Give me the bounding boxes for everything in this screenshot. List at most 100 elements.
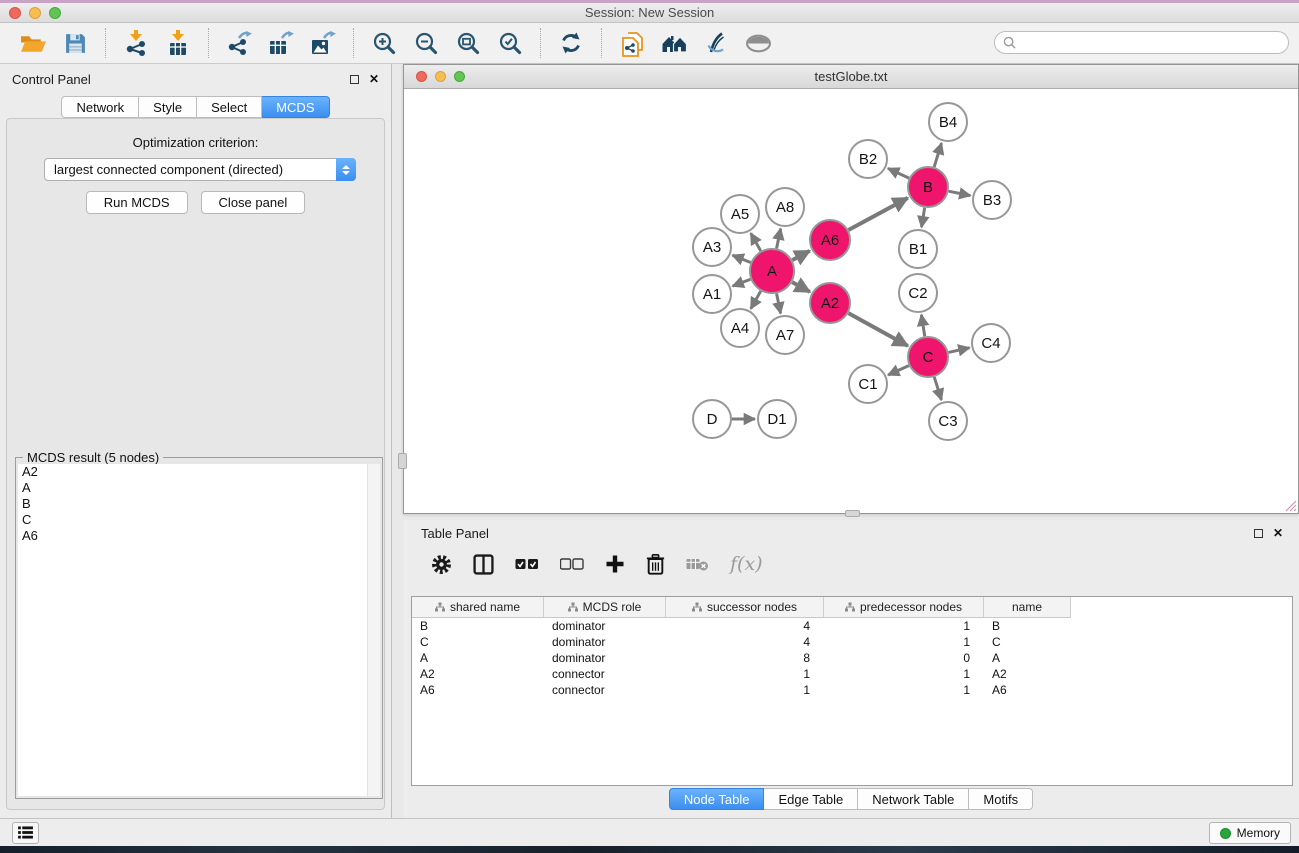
edge-B-B3[interactable] — [949, 191, 971, 195]
close-window-button[interactable] — [9, 7, 21, 19]
node-C3[interactable]: C3 — [929, 402, 967, 440]
edge-C-C1[interactable] — [888, 366, 909, 375]
edge-C-C4[interactable] — [948, 348, 969, 353]
column-header-shared-name[interactable]: shared name — [412, 597, 544, 618]
show-columns-icon[interactable] — [473, 554, 494, 575]
show-overview-icon[interactable] — [743, 28, 773, 58]
import-table-icon[interactable] — [163, 28, 193, 58]
node-D[interactable]: D — [693, 400, 731, 438]
edge-B-B1[interactable] — [922, 208, 925, 228]
table-settings-gear-icon[interactable] — [431, 554, 452, 575]
open-file-icon[interactable] — [18, 28, 48, 58]
edge-A-A2[interactable] — [792, 282, 810, 292]
node-C4[interactable]: C4 — [972, 324, 1010, 362]
criterion-dropdown[interactable]: largest connected component (directed) — [44, 158, 356, 181]
node-C2[interactable]: C2 — [899, 274, 937, 312]
result-list-item[interactable]: A — [18, 480, 380, 496]
edge-A-A3[interactable] — [732, 255, 750, 262]
vertical-scrollbar-thumb[interactable] — [398, 453, 407, 469]
network-canvas[interactable]: B4B2BB3A5A8A6B1A3AA1C2A2A4A7C4CC1C3DD1 — [404, 89, 1298, 513]
node-A6[interactable]: A6 — [810, 220, 850, 260]
node-A[interactable]: A — [750, 249, 794, 293]
zoom-window-button[interactable] — [49, 7, 61, 19]
network-zoom-button[interactable] — [454, 71, 465, 82]
node-A2[interactable]: A2 — [810, 283, 850, 323]
result-list-item[interactable]: A6 — [18, 528, 380, 544]
node-A7[interactable]: A7 — [766, 316, 804, 354]
edge-A2-C[interactable] — [848, 313, 907, 346]
edge-A-A8[interactable] — [777, 229, 781, 249]
close-panel-icon[interactable]: ✕ — [369, 75, 379, 84]
tab-style[interactable]: Style — [139, 96, 197, 118]
close-panel-button[interactable]: Close panel — [201, 191, 306, 214]
result-scrollbar[interactable] — [367, 464, 380, 796]
table-row[interactable]: Cdominator41C — [412, 634, 1292, 650]
horizontal-scrollbar-thumb[interactable] — [845, 510, 860, 517]
deselect-all-columns-icon[interactable] — [560, 558, 584, 570]
node-B3[interactable]: B3 — [973, 181, 1011, 219]
edge-A-A4[interactable] — [751, 291, 761, 309]
export-network-icon[interactable] — [224, 28, 254, 58]
zoom-in-icon[interactable] — [369, 28, 399, 58]
node-A3[interactable]: A3 — [693, 228, 731, 266]
close-table-panel-icon[interactable]: ✕ — [1273, 529, 1283, 538]
node-A4[interactable]: A4 — [721, 309, 759, 347]
zoom-fit-icon[interactable] — [453, 28, 483, 58]
node-C[interactable]: C — [908, 337, 948, 377]
table-row[interactable]: Bdominator41B — [412, 618, 1292, 634]
export-image-icon[interactable] — [308, 28, 338, 58]
table-row[interactable]: Adominator80A — [412, 650, 1292, 666]
save-session-icon[interactable] — [60, 28, 90, 58]
float-panel-icon[interactable] — [350, 75, 359, 84]
tab-network[interactable]: Network — [61, 96, 139, 118]
first-neighbors-icon[interactable] — [659, 28, 689, 58]
network-window-titlebar[interactable]: testGlobe.txt — [404, 65, 1298, 89]
edge-C-C2[interactable] — [921, 315, 924, 337]
minimize-window-button[interactable] — [29, 7, 41, 19]
column-header-successor-nodes[interactable]: successor nodes — [666, 597, 824, 618]
table-row[interactable]: A2connector11A2 — [412, 666, 1292, 682]
zoom-out-icon[interactable] — [411, 28, 441, 58]
search-input[interactable] — [1021, 36, 1288, 50]
apply-layout-icon[interactable] — [556, 28, 586, 58]
task-history-button[interactable] — [12, 822, 39, 844]
search-field[interactable] — [994, 31, 1289, 54]
function-builder-icon[interactable]: f(x) — [730, 553, 763, 575]
node-A1[interactable]: A1 — [693, 275, 731, 313]
node-B1[interactable]: B1 — [899, 230, 937, 268]
tab-mcds[interactable]: MCDS — [262, 96, 329, 118]
column-header-MCDS-role[interactable]: MCDS role — [544, 597, 666, 618]
delete-column-icon[interactable] — [646, 554, 665, 575]
window-resize-grip[interactable] — [1284, 499, 1297, 512]
edge-B-B2[interactable] — [888, 168, 909, 178]
tab-network-table[interactable]: Network Table — [858, 788, 969, 810]
column-header-name[interactable]: name — [984, 597, 1071, 618]
zoom-selected-icon[interactable] — [495, 28, 525, 58]
edge-A-A6[interactable] — [792, 251, 809, 260]
node-B[interactable]: B — [908, 167, 948, 207]
node-D1[interactable]: D1 — [758, 400, 796, 438]
create-column-icon[interactable] — [605, 554, 625, 574]
export-table-icon[interactable] — [266, 28, 296, 58]
tab-select[interactable]: Select — [197, 96, 262, 118]
edge-A-A1[interactable] — [733, 279, 751, 286]
select-all-columns-icon[interactable] — [515, 558, 539, 570]
node-B4[interactable]: B4 — [929, 103, 967, 141]
edge-B-B4[interactable] — [934, 143, 941, 167]
result-list-item[interactable]: B — [18, 496, 380, 512]
edge-A6-B[interactable] — [848, 198, 907, 230]
new-network-from-selection-icon[interactable] — [617, 28, 647, 58]
network-close-button[interactable] — [416, 71, 427, 82]
node-B2[interactable]: B2 — [849, 140, 887, 178]
run-mcds-button[interactable]: Run MCDS — [86, 191, 188, 214]
node-A8[interactable]: A8 — [766, 188, 804, 226]
network-minimize-button[interactable] — [435, 71, 446, 82]
hide-graphics-details-icon[interactable] — [701, 28, 731, 58]
tab-motifs[interactable]: Motifs — [969, 788, 1033, 810]
edge-A-A5[interactable] — [751, 233, 761, 251]
float-table-panel-icon[interactable] — [1254, 529, 1263, 538]
node-C1[interactable]: C1 — [849, 365, 887, 403]
memory-button[interactable]: Memory — [1209, 822, 1291, 844]
result-list-item[interactable]: A2 — [18, 464, 380, 480]
delete-table-icon[interactable] — [686, 557, 709, 572]
